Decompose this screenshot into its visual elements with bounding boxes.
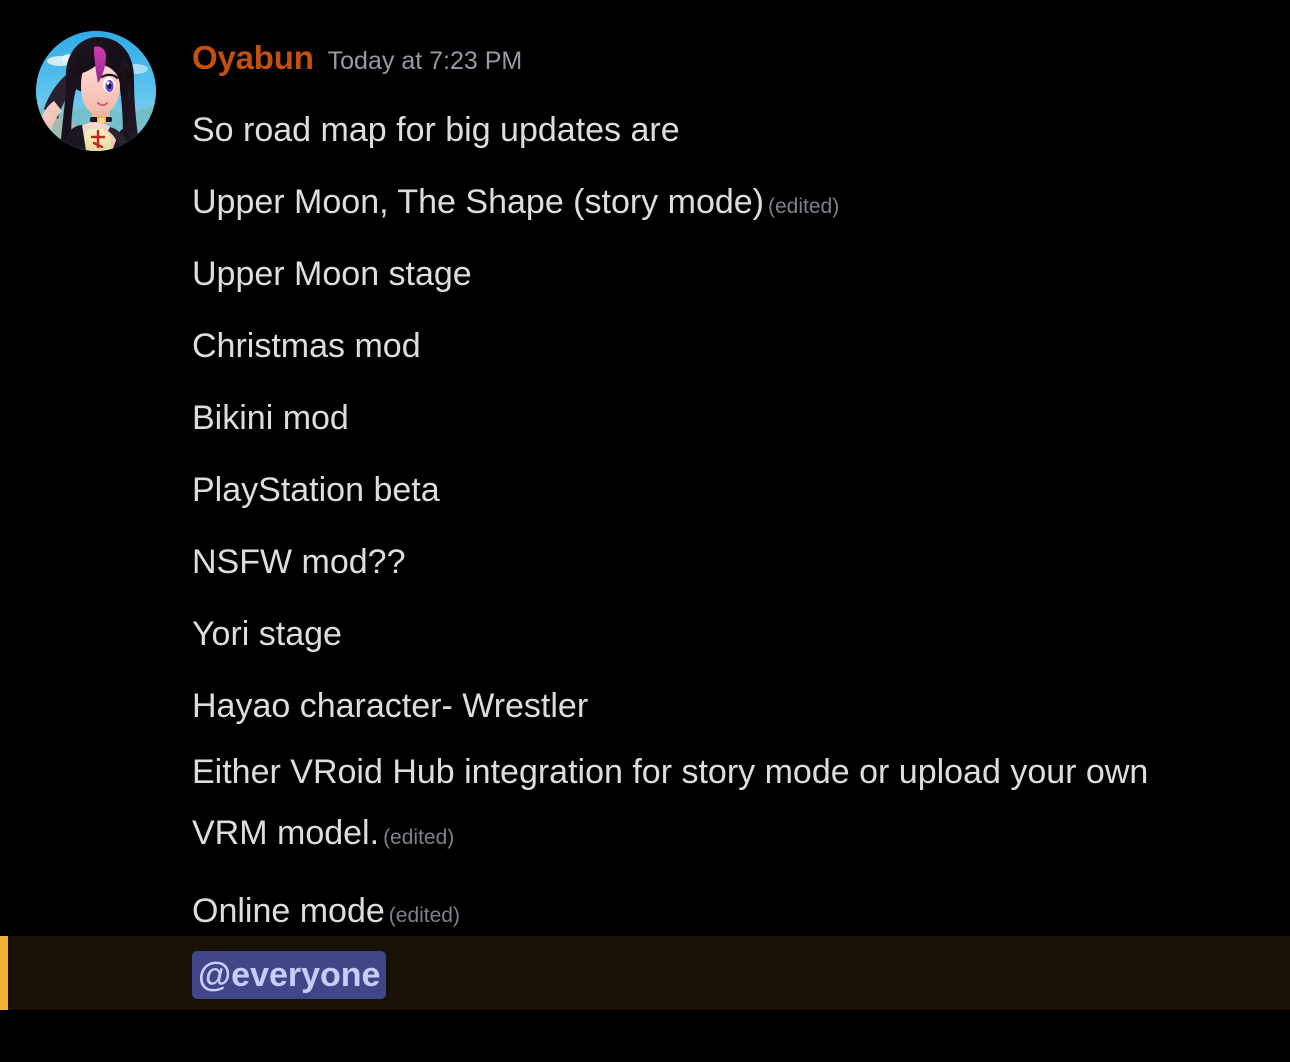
discord-message-block: Oyabun Today at 7:23 PM So road map for …: [0, 0, 1290, 1062]
message-line-text: PlayStation beta: [192, 471, 440, 509]
edited-marker: (edited): [768, 195, 840, 218]
edited-marker: (edited): [388, 904, 460, 927]
message-line-text: Either VRoid Hub integration for story m…: [192, 753, 1158, 852]
message-timestamp: Today at 7:23 PM: [327, 47, 523, 75]
message-line-text: So road map for big updates are: [192, 111, 680, 149]
message-line: Either VRoid Hub integration for story m…: [192, 742, 1232, 875]
message-line: Bikini mod: [192, 382, 1232, 454]
message-line-text: Upper Moon stage: [192, 255, 472, 293]
message-line: Hayao character- Wrestler: [192, 670, 1232, 742]
message-line: Christmas mod: [192, 310, 1232, 382]
mention-highlight-row: @everyone: [0, 936, 1290, 1010]
mention-highlight-bar: [0, 936, 8, 1010]
message-line: So road map for big updates are: [192, 94, 1232, 166]
author-name[interactable]: Oyabun: [192, 38, 314, 78]
mention-everyone[interactable]: @everyone: [192, 951, 387, 999]
message-line-text: Online mode: [192, 892, 385, 930]
message-line-text: Bikini mod: [192, 399, 349, 437]
avatar[interactable]: [36, 31, 156, 151]
message-line: Upper Moon stage: [192, 238, 1232, 310]
message-line-text: Yori stage: [192, 615, 342, 653]
message-line: @everyone: [192, 951, 387, 999]
message-line-text: NSFW mod??: [192, 543, 406, 581]
message-header: Oyabun Today at 7:23 PM: [192, 38, 522, 78]
message-line: NSFW mod??: [192, 526, 1232, 598]
message-body: So road map for big updates are Upper Mo…: [192, 94, 1232, 947]
message-line: Yori stage: [192, 598, 1232, 670]
message-line-text: Hayao character- Wrestler: [192, 687, 589, 725]
edited-marker: (edited): [383, 826, 455, 849]
message-line-text: Upper Moon, The Shape (story mode): [192, 183, 764, 221]
message-line: Upper Moon, The Shape (story mode) (edite…: [192, 166, 1232, 238]
message-line: PlayStation beta: [192, 454, 1232, 526]
avatar-image: [36, 31, 156, 151]
message-line-text: Christmas mod: [192, 327, 421, 365]
